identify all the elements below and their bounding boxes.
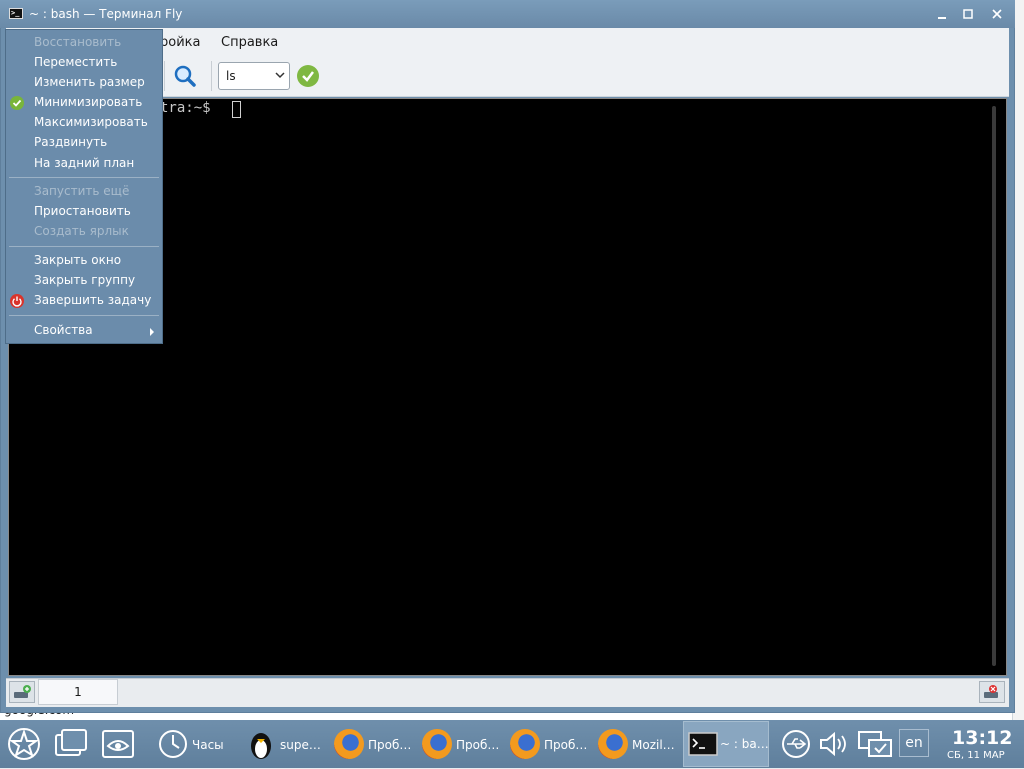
add-tab-icon [14, 685, 31, 698]
menu-item-run-again[interactable]: Запустить ещё [34, 184, 129, 198]
taskbar-task-active[interactable]: ~ : ba… [683, 721, 769, 767]
star-icon [8, 728, 40, 760]
close-tab-button[interactable] [979, 681, 1005, 703]
close-tab-icon [984, 685, 998, 698]
taskbar-task-label: Проб… [368, 738, 412, 752]
menu-item-create-shortcut[interactable]: Создать ярлык [34, 224, 129, 238]
menu-item-maximize[interactable]: Максимизировать [34, 115, 148, 129]
menu-item-kill-task[interactable]: Завершить задачу [34, 293, 151, 307]
penguin-icon [251, 733, 271, 759]
terminal-tab[interactable]: 1 [38, 679, 118, 705]
menu-item-close-group[interactable]: Закрыть группу [34, 273, 135, 287]
taskbar-task-label: Проб… [456, 738, 500, 752]
minimize-icon[interactable] [933, 5, 951, 23]
usb-icon[interactable] [780, 729, 812, 762]
taskbar-task-label: ~ : ba… [720, 737, 769, 751]
tab-bar [6, 678, 1009, 707]
taskbar-clock-app[interactable]: Часы [158, 722, 228, 766]
clock-icon [159, 730, 187, 758]
windows-icon [55, 729, 87, 756]
run-command-button[interactable] [297, 65, 319, 87]
firefox-icon [510, 729, 540, 759]
toolbar-separator [211, 61, 212, 91]
menu-separator [9, 177, 159, 178]
terminal-app-icon[interactable]: >_ [9, 8, 23, 19]
menu-item-move[interactable]: Переместить [34, 55, 117, 69]
menu-item-restore[interactable]: Восстановить [34, 35, 121, 49]
taskbar-task[interactable]: Проб… [334, 722, 414, 766]
desktops-button[interactable] [53, 722, 89, 766]
show-desktop-button[interactable] [100, 722, 136, 766]
menu-item-resize[interactable]: Изменить размер [34, 75, 145, 89]
chevron-down-icon [275, 69, 285, 79]
taskbar-task[interactable]: Mozil… [598, 722, 678, 766]
keyboard-layout-indicator[interactable]: en [899, 729, 929, 757]
taskbar-task-label: Mozil… [632, 738, 675, 752]
eye-window-icon [102, 730, 134, 758]
command-select-value: ls [226, 69, 236, 83]
toolbar-separator [164, 61, 165, 91]
taskbar-task[interactable]: Проб… [422, 722, 502, 766]
new-tab-button[interactable] [9, 681, 35, 703]
chevron-right-icon [148, 326, 156, 340]
close-icon[interactable] [988, 5, 1006, 23]
firefox-icon [334, 729, 364, 759]
start-menu-button[interactable] [6, 722, 42, 766]
menu-item-suspend[interactable]: Приостановить [34, 204, 131, 218]
taskbar-task-label: supe… [280, 738, 321, 752]
window-title: ~ : bash — Терминал Fly [29, 7, 183, 21]
taskbar-task-label: Проб… [544, 738, 588, 752]
menu-settings[interactable]: ройка [160, 35, 200, 50]
check-icon [10, 96, 24, 110]
terminal-icon [688, 732, 718, 756]
firefox-icon [598, 729, 628, 759]
power-icon [10, 294, 24, 308]
menu-item-close-window[interactable]: Закрыть окно [34, 253, 121, 267]
terminal-prompt: tra:~$ [160, 100, 220, 116]
network-icon[interactable] [857, 729, 893, 762]
menu-item-properties[interactable]: Свойства [34, 323, 93, 337]
menu-separator [9, 315, 159, 316]
menu-item-expand[interactable]: Раздвинуть [34, 135, 107, 149]
window-context-menu: Восстановить Переместить Изменить размер… [5, 29, 163, 344]
terminal-scrollbar[interactable] [992, 106, 996, 666]
search-icon[interactable] [170, 62, 200, 90]
taskbar-task[interactable]: supe… [246, 722, 322, 766]
command-select[interactable]: ls [218, 62, 290, 90]
menu-help[interactable]: Справка [221, 35, 278, 50]
clock-date[interactable]: СБ, 11 МАР [947, 750, 1005, 761]
maximize-icon[interactable] [959, 5, 977, 23]
taskbar-clock-label: Часы [192, 738, 224, 752]
menu-separator [9, 246, 159, 247]
taskbar-task[interactable]: Проб… [510, 722, 590, 766]
terminal-cursor [232, 101, 241, 118]
firefox-icon [422, 729, 452, 759]
clock-time[interactable]: 13:12 [952, 727, 1012, 749]
check-icon [302, 71, 314, 82]
volume-icon[interactable] [817, 729, 851, 762]
menu-item-minimize[interactable]: Минимизировать [34, 95, 142, 109]
menu-item-send-to-back[interactable]: На задний план [34, 156, 134, 170]
